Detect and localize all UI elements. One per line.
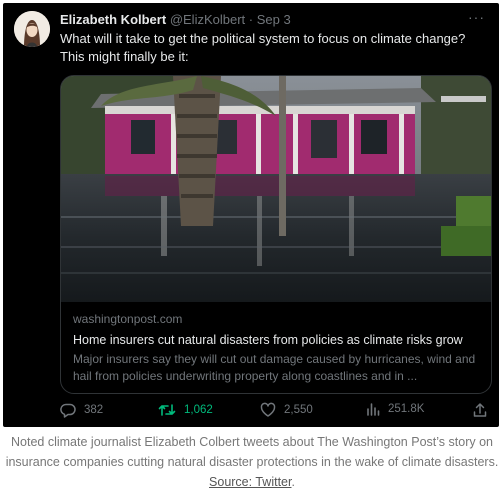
like-button[interactable]: 2,550 [260,402,313,418]
reply-button[interactable]: 382 [60,402,103,418]
more-options-icon[interactable]: ··· [468,9,485,25]
reply-count: 382 [84,404,104,416]
views-button[interactable]: 251.8K [366,402,424,416]
author-name[interactable]: Elizabeth Kolbert [60,12,166,27]
retweet-button[interactable]: 1,062 [158,402,213,418]
share-icon [473,403,487,417]
heart-icon [260,402,276,417]
tweet-date[interactable]: Sep 3 [257,12,291,27]
separator-dot: · [248,12,254,27]
caption-end: . [291,475,295,489]
card-description: Major insurers say they will cut out dam… [73,352,476,383]
image-caption: Noted climate journalist Elizabeth Colbe… [0,432,504,492]
like-count: 2,550 [284,404,313,416]
caption-text: Noted climate journalist Elizabeth Colbe… [5,435,499,469]
source-link[interactable]: Source: Twitter [209,475,291,489]
card-domain: washingtonpost.com [73,312,183,326]
author-avatar[interactable] [14,11,50,47]
tweet-actions: 382 1,062 2,550 251.8K [60,402,490,418]
tweet-card: Elizabeth Kolbert @ElizKolbert · Sep 3 ·… [3,3,499,427]
flooded-house-photo [61,76,491,302]
views-chart-icon [367,403,380,416]
author-line: Elizabeth Kolbert @ElizKolbert · Sep 3 [60,11,291,29]
views-count: 251.8K [388,403,425,415]
reply-icon [60,403,76,418]
retweet-icon [158,404,176,416]
retweet-count: 1,062 [184,404,213,416]
link-preview-card[interactable]: washingtonpost.com Home insurers cut nat… [60,75,492,394]
tweet-text: What will it take to get the political s… [60,31,466,64]
card-headline[interactable]: Home insurers cut natural disasters from… [73,332,483,349]
author-handle[interactable]: @ElizKolbert [170,12,245,27]
share-button[interactable] [473,402,495,418]
